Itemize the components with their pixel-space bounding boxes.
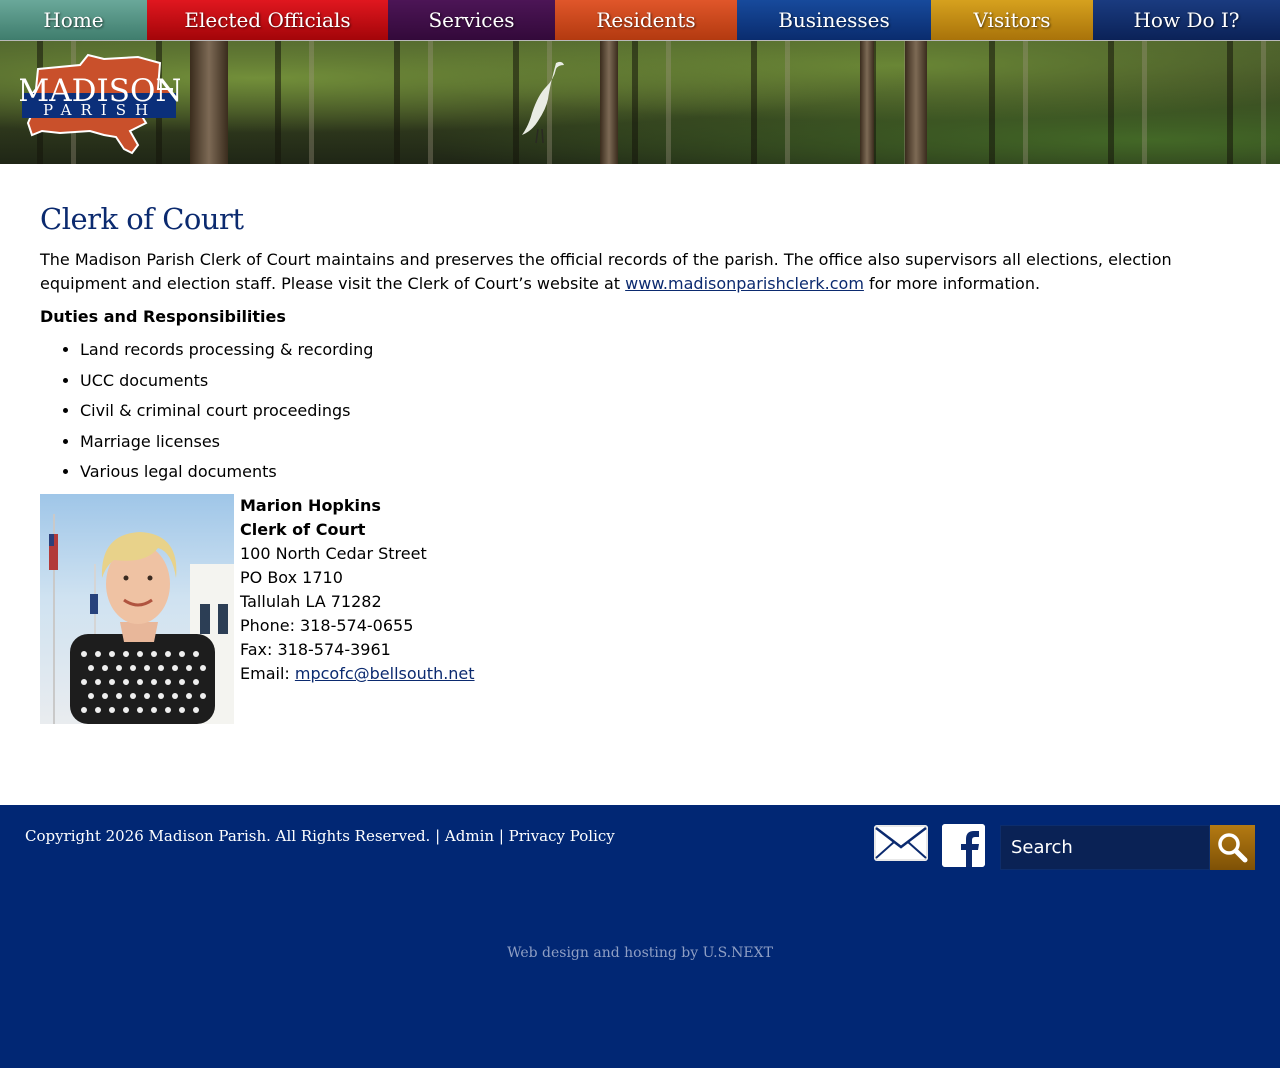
contact-email-link[interactable]: mpcofc@bellsouth.net xyxy=(295,664,475,683)
admin-link[interactable]: Admin xyxy=(445,827,494,845)
copyright-text: Copyright 2026 Madison Parish. All Right… xyxy=(25,827,431,845)
contact-phone: Phone: 318-574-0655 xyxy=(240,616,414,635)
nav-how-do-i[interactable]: How Do I? xyxy=(1093,0,1280,40)
facebook-button[interactable] xyxy=(942,824,985,867)
nav-home[interactable]: Home xyxy=(0,0,147,40)
duties-list: Land records processing & recording UCC … xyxy=(80,339,373,492)
contact-email-label: Email: xyxy=(240,664,295,683)
privacy-policy-link[interactable]: Privacy Policy xyxy=(509,827,615,845)
nav-services[interactable]: Services xyxy=(388,0,555,40)
search-input[interactable] xyxy=(1000,825,1210,870)
tree-trunk xyxy=(600,41,618,164)
logo-image: MADISON PARISH xyxy=(17,53,183,155)
nav-elected-officials[interactable]: Elected Officials xyxy=(147,0,388,40)
nav-visitors[interactable]: Visitors xyxy=(931,0,1093,40)
contact-po-box: PO Box 1710 xyxy=(240,568,343,587)
contact-email-row: Email: mpcofc@bellsouth.net xyxy=(240,662,475,686)
contact-info: Marion Hopkins Clerk of Court 100 North … xyxy=(240,494,475,686)
tree-trunk xyxy=(905,41,927,164)
duties-heading: Duties and Responsibilities xyxy=(40,307,286,326)
contact-role: Clerk of Court xyxy=(240,520,366,539)
nav-residents[interactable]: Residents xyxy=(555,0,737,40)
header-banner: MADISON PARISH xyxy=(0,41,1280,164)
clerk-website-link[interactable]: www.madisonparishclerk.com xyxy=(625,274,864,293)
footer-copyright: Copyright 2026 Madison Parish. All Right… xyxy=(25,827,615,845)
intro-text-end: for more information. xyxy=(863,274,1041,293)
tree-trunk xyxy=(860,41,874,164)
clerk-portrait xyxy=(49,514,234,724)
footer-credit: Web design and hosting by U.S.NEXT xyxy=(507,945,773,961)
tree-trunk xyxy=(190,41,228,164)
egret-image xyxy=(522,61,564,144)
intro-paragraph: The Madison Parish Clerk of Court mainta… xyxy=(40,248,1200,296)
contact-fax: Fax: 318-574-3961 xyxy=(240,640,391,659)
search-button[interactable] xyxy=(1210,825,1255,870)
list-item: Marriage licenses xyxy=(80,431,373,462)
list-item: Civil & criminal court proceedings xyxy=(80,400,373,431)
facebook-icon xyxy=(942,824,985,867)
logo-text-parish: PARISH xyxy=(43,101,157,119)
page-title: Clerk of Court xyxy=(40,202,244,236)
list-item: Land records processing & recording xyxy=(80,339,373,370)
list-item: UCC documents xyxy=(80,370,373,401)
footer: Copyright 2026 Madison Parish. All Right… xyxy=(0,805,1280,1068)
madison-parish-logo[interactable]: MADISON PARISH xyxy=(17,49,183,159)
footer-separator: | xyxy=(494,827,509,845)
contact-street: 100 North Cedar Street xyxy=(240,544,427,563)
mail-icon xyxy=(874,825,928,861)
nav-businesses[interactable]: Businesses xyxy=(737,0,931,40)
search-icon xyxy=(1218,833,1248,863)
list-item: Various legal documents xyxy=(80,461,373,492)
footer-separator: | xyxy=(430,827,445,845)
contact-city: Tallulah LA 71282 xyxy=(240,592,382,611)
contact-name: Marion Hopkins xyxy=(240,496,381,515)
clerk-photo xyxy=(40,494,234,724)
main-nav: Home Elected Officials Services Resident… xyxy=(0,0,1280,41)
email-button[interactable] xyxy=(874,825,928,861)
